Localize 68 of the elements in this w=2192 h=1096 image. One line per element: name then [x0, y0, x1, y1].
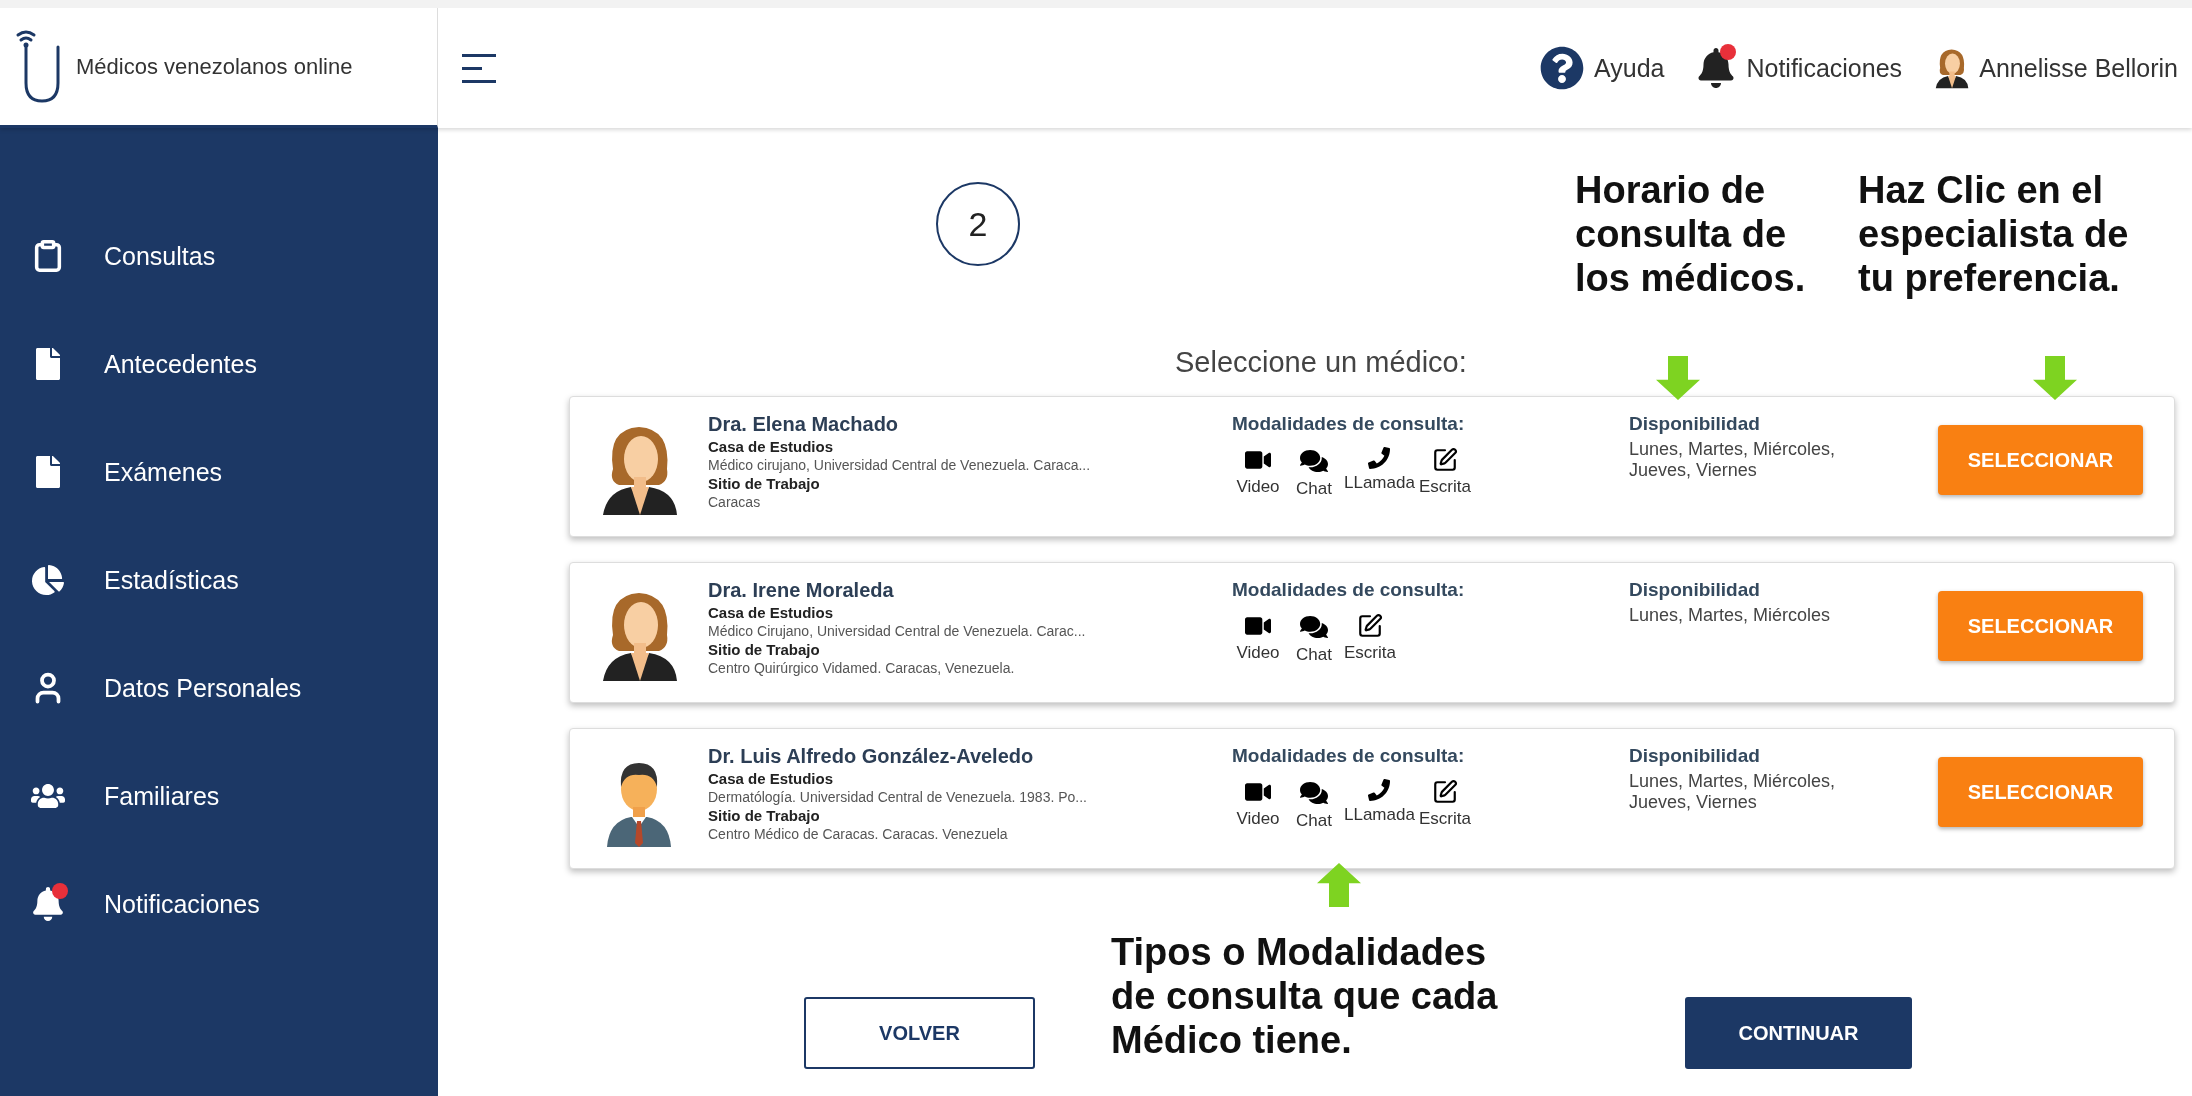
workplace-text: Caracas: [708, 494, 762, 510]
modality-label: Chat: [1296, 479, 1332, 499]
chat-bubbles-icon: [1300, 613, 1328, 641]
workplace-text: Centro Quirúrgico Vidamed. Caracas, Venezuela.: [708, 660, 1016, 676]
field-label: Casa de Estudios: [708, 438, 835, 455]
help-link[interactable]: Ayuda: [1594, 53, 1665, 83]
doctor-name: Dra. Irene Moraleda: [708, 579, 895, 602]
chat-bubbles-icon: [1300, 447, 1328, 475]
field-label: Sitio de Trabajo: [708, 807, 821, 824]
doctor-name: Dr. Luis Alfredo González-Aveledo: [708, 745, 1035, 768]
sidebar-item[interactable]: Exámenes: [0, 418, 438, 526]
brand-name: Médicos venezolanos online: [76, 53, 353, 80]
arrow-icon: [2033, 356, 2077, 400]
notifications-link[interactable]: Notificaciones: [1746, 53, 1903, 83]
back-button[interactable]: VOLVER: [804, 997, 1035, 1069]
modality-label: Chat: [1296, 645, 1332, 665]
field-label: Casa de Estudios: [708, 604, 835, 621]
annotation-text: Horario de consulta de los médicos.: [1575, 168, 1807, 300]
modality-label: LLamada: [1344, 805, 1415, 825]
arrow-icon: [1656, 356, 1700, 400]
modality-label: Video: [1236, 809, 1280, 829]
modality-label: Video: [1236, 643, 1280, 663]
availability-title: Disponibilidad: [1629, 745, 1761, 767]
availability-text: Lunes, Martes, Miércoles, Jueves, Viernes: [1629, 439, 1837, 481]
alert-dot-icon: [52, 883, 68, 899]
availability-title: Disponibilidad: [1629, 413, 1761, 435]
user-name[interactable]: Annelisse Bellorin: [1979, 53, 2178, 83]
pencil-icon: [1357, 613, 1383, 639]
sidebar-item[interactable]: Familiares: [0, 742, 438, 850]
modality-label: Escrita: [1418, 477, 1471, 497]
doctor-name: Dra. Elena Machado: [708, 413, 900, 436]
pencil-icon: [1431, 779, 1458, 805]
pencil-icon: [1431, 447, 1458, 473]
continue-button[interactable]: CONTINUAR: [1685, 997, 1912, 1069]
school-text: Médico cirujano, Universidad Central de Venezuela. Caraca...: [708, 457, 1092, 473]
modality-label: Video: [1236, 477, 1280, 497]
modality-label: LLamada: [1344, 473, 1415, 493]
field-label: Sitio de Trabajo: [708, 475, 821, 492]
availability-title: Disponibilidad: [1629, 579, 1761, 601]
chat-bubbles-icon: [1300, 779, 1328, 807]
modalities-title: Modalidades de consulta:: [1232, 413, 1466, 435]
annotation-text: Tipos o Modalidades de consulta que cada Médico tiene.: [1111, 930, 1499, 1062]
sidebar-item[interactable]: Datos Personales: [0, 634, 438, 742]
arrow-icon: [1317, 863, 1361, 907]
school-text: Médico Cirujano, Universidad Central de Venezuela. Carac...: [708, 623, 1087, 639]
help-icon[interactable]: [1540, 46, 1584, 90]
sidebar-item[interactable]: Consultas: [0, 202, 438, 310]
sidebar-item[interactable]: Estadísticas: [0, 526, 438, 634]
bell-icon: [31, 887, 65, 921]
field-label: Sitio de Trabajo: [708, 641, 821, 658]
modalities-title: Modalidades de consulta:: [1232, 579, 1466, 601]
school-text: Dermatólogía. Universidad Central de Venezuela. 1983. Po...: [708, 789, 1088, 805]
modalities-title: Modalidades de consulta:: [1232, 745, 1466, 767]
phone-icon: [1368, 447, 1391, 469]
sidebar-item[interactable]: Notificaciones: [0, 850, 438, 958]
modality-label: Chat: [1296, 811, 1332, 831]
pie-chart-icon: [32, 564, 64, 596]
step-number: 2: [936, 182, 1020, 266]
annotation-text: Haz Clic en el especialista de tu preferencia.: [1858, 168, 2130, 300]
availability-text: Lunes, Martes, Miércoles: [1629, 605, 1832, 626]
prompt-text: Seleccione un médico:: [1175, 346, 1467, 380]
modality-label: Escrita: [1344, 643, 1396, 663]
modality-label: Escrita: [1418, 809, 1471, 829]
workplace-text: Centro Médico de Caracas. Caracas. Venezuela: [708, 826, 1009, 842]
phone-icon: [1368, 779, 1391, 801]
field-label: Casa de Estudios: [708, 770, 835, 787]
availability-text: Lunes, Martes, Miércoles, Jueves, Viernes: [1629, 771, 1837, 813]
sidebar-item[interactable]: Antecedentes: [0, 310, 438, 418]
